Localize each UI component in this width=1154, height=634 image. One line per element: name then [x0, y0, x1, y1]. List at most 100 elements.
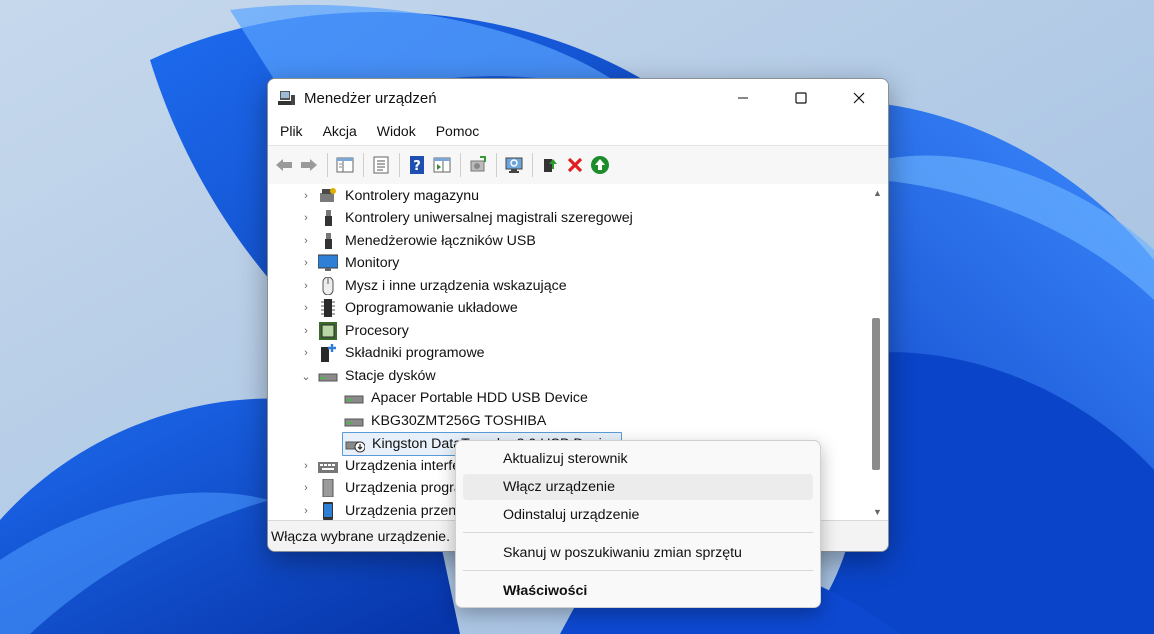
processor-icon: [318, 322, 338, 340]
toolbar-separator: [327, 153, 328, 177]
tree-item[interactable]: ⌄ Stacje dysków: [300, 365, 436, 387]
tree-item-label: Kontrolery uniwersalnej magistrali szere…: [345, 210, 633, 226]
tree-item[interactable]: › Kontrolery uniwersalnej magistrali sze…: [300, 207, 633, 229]
forward-icon: [301, 159, 317, 171]
uninstall-device-button[interactable]: [564, 154, 586, 176]
menu-item-scan-hardware[interactable]: Skanuj w poszukiwaniu zmian sprzętu: [463, 540, 813, 566]
title-bar[interactable]: Menedżer urządzeń: [268, 79, 888, 117]
scan-hardware-button[interactable]: [503, 154, 525, 176]
tree-item[interactable]: › Procesory: [300, 320, 409, 342]
scroll-down-icon[interactable]: ▼: [873, 507, 882, 517]
minimize-icon: [738, 97, 748, 99]
menu-separator: [463, 532, 813, 533]
menu-bar: Plik Akcja Widok Pomoc: [268, 117, 888, 144]
chevron-right-icon[interactable]: ›: [300, 212, 312, 224]
menu-item-properties[interactable]: Właściwości: [463, 578, 813, 604]
download-button[interactable]: [589, 154, 611, 176]
action-pane-button[interactable]: [431, 154, 453, 176]
disk-drive-icon: [318, 367, 338, 385]
action-pane-icon: [433, 157, 451, 173]
tree-item[interactable]: › Składniki programowe: [300, 342, 485, 364]
tree-item[interactable]: › Kontrolery magazynu: [300, 185, 479, 207]
properties-button[interactable]: [370, 154, 392, 176]
tree-item[interactable]: KBG30ZMT256G TOSHIBA: [344, 410, 546, 432]
usb-controller-icon: [318, 209, 338, 227]
toolbar-separator: [460, 153, 461, 177]
console-tree-button[interactable]: [334, 154, 356, 176]
update-driver-icon: [470, 156, 486, 172]
toolbar-separator: [496, 153, 497, 177]
chevron-right-icon[interactable]: ›: [300, 235, 312, 247]
close-button[interactable]: [830, 79, 888, 117]
properties-icon: [373, 156, 389, 174]
chevron-right-icon[interactable]: ›: [300, 460, 312, 472]
close-icon: [853, 92, 865, 104]
menu-item-label: Włącz urządzenie: [503, 479, 615, 495]
menu-item-enable-device[interactable]: Włącz urządzenie: [463, 474, 813, 500]
scrollbar-thumb[interactable]: [872, 318, 880, 470]
menu-widok[interactable]: Widok: [365, 123, 424, 139]
menu-item-label: Właściwości: [503, 583, 588, 599]
menu-separator: [463, 570, 813, 571]
back-button[interactable]: [273, 154, 295, 176]
software-device-icon: [318, 479, 338, 497]
help-button[interactable]: ?: [406, 154, 428, 176]
tree-item[interactable]: › Oprogramowanie układowe: [300, 297, 518, 319]
menu-item-label: Aktualizuj sterownik: [503, 451, 628, 467]
forward-button[interactable]: [298, 154, 320, 176]
storage-controller-icon: [318, 187, 338, 205]
monitor-icon: [318, 254, 338, 272]
menu-pomoc[interactable]: Pomoc: [424, 123, 488, 139]
tree-item[interactable]: › Menedżerowie łączników USB: [300, 230, 536, 252]
tree-item-label: Stacje dysków: [345, 368, 436, 384]
chevron-down-icon[interactable]: ⌄: [300, 370, 312, 383]
chevron-right-icon[interactable]: ›: [300, 280, 312, 292]
tree-item[interactable]: › Monitory: [300, 252, 399, 274]
chevron-right-icon[interactable]: ›: [300, 505, 312, 517]
context-menu: Aktualizuj sterownik Włącz urządzenie Od…: [455, 440, 821, 608]
menu-akcja[interactable]: Akcja: [311, 123, 365, 139]
toolbar-separator: [532, 153, 533, 177]
minimize-button[interactable]: [714, 79, 772, 117]
tree-item[interactable]: › Mysz i inne urządzenia wskazujące: [300, 275, 567, 297]
chevron-right-icon[interactable]: ›: [300, 302, 312, 314]
usb-connector-icon: [318, 232, 338, 250]
chevron-right-icon[interactable]: ›: [300, 190, 312, 202]
chevron-right-icon[interactable]: ›: [300, 325, 312, 337]
svg-text:?: ?: [413, 159, 421, 174]
tree-item-label: Procesory: [345, 323, 409, 339]
maximize-icon: [795, 92, 807, 104]
toolbar-separator: [399, 153, 400, 177]
tree-item-label: Mysz i inne urządzenia wskazujące: [345, 278, 567, 294]
window-title: Menedżer urządzeń: [304, 89, 437, 107]
tree-item[interactable]: Apacer Portable HDD USB Device: [344, 387, 588, 409]
tree-item-label: Kontrolery magazynu: [345, 188, 480, 204]
menu-item-update-driver[interactable]: Aktualizuj sterownik: [463, 446, 813, 472]
mouse-icon: [318, 277, 338, 295]
back-icon: [276, 159, 292, 171]
chevron-right-icon[interactable]: ›: [300, 257, 312, 269]
toolbar-separator: [363, 153, 364, 177]
chevron-right-icon[interactable]: ›: [300, 482, 312, 494]
menu-plik[interactable]: Plik: [268, 123, 311, 139]
hid-device-icon: [318, 457, 338, 475]
help-icon: ?: [410, 156, 424, 174]
maximize-button[interactable]: [772, 79, 830, 117]
menu-item-label: Skanuj w poszukiwaniu zmian sprzętu: [503, 545, 742, 561]
scan-hardware-icon: [505, 157, 523, 173]
update-driver-button[interactable]: [467, 154, 489, 176]
tree-item-label: Oprogramowanie układowe: [345, 300, 518, 316]
disabled-disk-drive-icon: [345, 435, 365, 453]
portable-device-icon: [318, 502, 338, 520]
scroll-up-icon[interactable]: ▲: [873, 188, 882, 198]
window-controls: [714, 79, 888, 117]
menu-item-uninstall-device[interactable]: Odinstaluj urządzenie: [463, 502, 813, 528]
status-text: Włącza wybrane urządzenie.: [271, 528, 450, 544]
tree-item-label: Apacer Portable HDD USB Device: [371, 390, 588, 406]
enable-device-icon: [544, 159, 557, 172]
chevron-right-icon[interactable]: ›: [300, 347, 312, 359]
vertical-scrollbar[interactable]: ▲ ▼: [868, 184, 888, 521]
menu-item-label: Odinstaluj urządzenie: [503, 507, 640, 523]
firmware-chip-icon: [318, 299, 338, 317]
enable-device-button[interactable]: [539, 154, 561, 176]
